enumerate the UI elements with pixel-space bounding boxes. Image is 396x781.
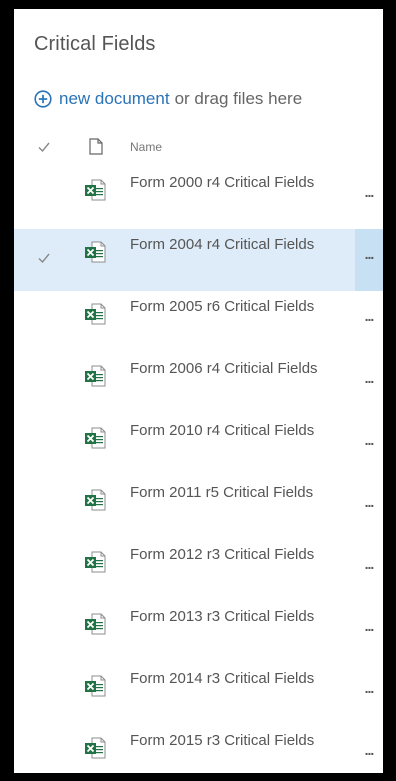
row-checkmark-icon[interactable] xyxy=(37,251,51,265)
file-row[interactable]: Form 2000 r4 Critical Fields ... xyxy=(14,167,383,229)
excel-file-icon xyxy=(85,303,106,325)
file-row[interactable]: Form 2006 r4 Criticial Fields ... xyxy=(14,353,383,415)
document-library-panel: Critical Fields new document or drag fil… xyxy=(14,9,383,773)
more-options-button[interactable]: ... xyxy=(355,415,383,477)
more-options-button[interactable]: ... xyxy=(355,539,383,601)
file-row[interactable]: Form 2005 r6 Critical Fields ... xyxy=(14,291,383,353)
file-name-link[interactable]: Form 2006 r4 Criticial Fields xyxy=(130,359,335,379)
excel-file-icon xyxy=(85,551,106,573)
new-document-link[interactable]: new document xyxy=(59,89,170,109)
more-options-button[interactable]: ... xyxy=(355,291,383,353)
drag-files-hint: or drag files here xyxy=(174,89,303,108)
file-list: Form 2000 r4 Critical Fields ... Form 20… xyxy=(14,167,383,773)
excel-file-icon xyxy=(85,427,106,449)
file-name-link[interactable]: Form 2000 r4 Critical Fields xyxy=(130,173,335,193)
excel-file-icon xyxy=(85,241,106,263)
more-options-button[interactable]: ... xyxy=(355,663,383,725)
more-options-button[interactable]: ... xyxy=(355,725,383,773)
file-row[interactable]: Form 2013 r3 Critical Fields ... xyxy=(14,601,383,663)
more-options-button[interactable]: ... xyxy=(355,601,383,663)
file-name-link[interactable]: Form 2005 r6 Critical Fields xyxy=(130,297,335,317)
screenshot-frame: Critical Fields new document or drag fil… xyxy=(0,0,396,781)
plus-circle-icon[interactable] xyxy=(34,90,52,108)
excel-file-icon xyxy=(85,489,106,511)
file-name-link[interactable]: Form 2015 r3 Critical Fields xyxy=(130,731,335,751)
file-name-link[interactable]: Form 2013 r3 Critical Fields xyxy=(130,607,335,627)
file-name-link[interactable]: Form 2014 r3 Critical Fields xyxy=(130,669,335,689)
name-column-header[interactable]: Name xyxy=(130,140,162,154)
more-options-button[interactable]: ... xyxy=(355,477,383,539)
excel-file-icon xyxy=(85,675,106,697)
file-row[interactable]: Form 2004 r4 Critical Fields ... xyxy=(14,229,383,291)
library-title: Critical Fields xyxy=(34,33,156,55)
file-name-link[interactable]: Form 2011 r5 Critical Fields xyxy=(130,483,335,503)
more-options-button[interactable]: ... xyxy=(355,167,383,229)
new-document-bar: new document or drag files here xyxy=(34,89,302,109)
file-row[interactable]: Form 2015 r3 Critical Fields ... xyxy=(14,725,383,773)
excel-file-icon xyxy=(85,179,106,201)
file-name-link[interactable]: Form 2004 r4 Critical Fields xyxy=(130,235,335,255)
file-row[interactable]: Form 2014 r3 Critical Fields ... xyxy=(14,663,383,725)
file-name-link[interactable]: Form 2012 r3 Critical Fields xyxy=(130,545,335,565)
file-row[interactable]: Form 2011 r5 Critical Fields ... xyxy=(14,477,383,539)
excel-file-icon xyxy=(85,737,106,759)
file-row[interactable]: Form 2012 r3 Critical Fields ... xyxy=(14,539,383,601)
file-name-link[interactable]: Form 2010 r4 Critical Fields xyxy=(130,421,335,441)
more-options-button[interactable]: ... xyxy=(355,229,383,291)
file-row[interactable]: Form 2010 r4 Critical Fields ... xyxy=(14,415,383,477)
more-options-button[interactable]: ... xyxy=(355,353,383,415)
excel-file-icon xyxy=(85,613,106,635)
checkmark-icon[interactable] xyxy=(37,140,51,154)
column-header-row: Name xyxy=(14,134,383,164)
excel-file-icon xyxy=(85,365,106,387)
document-icon xyxy=(89,138,103,155)
